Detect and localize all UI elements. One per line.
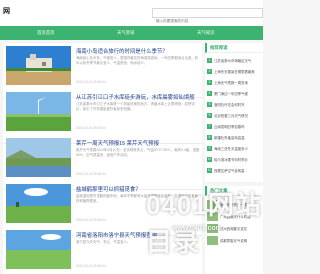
article-thumbnail[interactable] [6, 138, 71, 177]
recommend-link[interactable]: 海南三亚冬天温度多少 [214, 146, 263, 151]
hot-thumbnail[interactable] [207, 212, 218, 221]
seaside-building-image [6, 46, 71, 85]
nav-item-weather-knowledge[interactable]: 天气知识 [197, 26, 215, 40]
hot-item[interactable]: 洛阳天气预报一周 [207, 199, 263, 210]
hot-item[interactable]: 广州回南天什么时候 [207, 211, 263, 222]
article-date: 2024-04-10 09:36:04 [76, 80, 106, 84]
article-date: 2024-04-10 09:36:04 [76, 218, 106, 222]
hot-heading: 热门文章 [205, 186, 263, 196]
article-title[interactable]: 河南省洛阳市洛宁县天气预报查询 [76, 231, 200, 239]
sidebar: 推荐阅读 1 江苏省泰州市海陵区天气 2 上海冬天雪景在哪里看最美 3 上海天气预报一… [205, 43, 263, 274]
recommend-link[interactable]: 洛阳牡丹花会何时开 [214, 102, 263, 107]
nav-item-weather-news[interactable]: 天气资讯 [117, 26, 135, 40]
article-excerpt: 洛宁县今天天气：多云，气温宜人。 [76, 240, 131, 244]
recommend-link[interactable]: 江苏省泰州市海陵区天气 [214, 58, 263, 63]
rank-badge: 10 [207, 157, 212, 162]
article-excerpt: 海南省小岛众多，气候宜人，是国内著名的海滨旅游地，一年四季都适合出游，其中以秋冬… [76, 56, 199, 66]
hot-link[interactable]: 广州回南天什么时候 [220, 214, 263, 219]
search-box[interactable] [152, 8, 263, 25]
article-date: 2024-04-10 09:36:04 [76, 172, 106, 176]
rank-badge: 7 [207, 124, 212, 129]
recommend-link[interactable]: 上海冬天雪景在哪里看最美 [214, 69, 263, 74]
site-header: 网 [0, 0, 263, 26]
nav-item-home[interactable]: 首页首页 [37, 26, 55, 40]
article-item: 河南省洛阳市洛宁县天气预报查询 洛宁县今天天气：多云，气温宜人。 2024-04… [3, 227, 202, 274]
recommend-item[interactable]: 1 江苏省泰州市海陵区天气 [207, 55, 263, 66]
article-excerpt: 盐城湿地是丹顶鹤的越冬地，每年冬季都有大量丹顶鹤来此越冬，在湿地中觅食鱼虾和植物… [76, 194, 199, 204]
recommend-item[interactable]: 4 厦门海边一年四季气候 [207, 88, 263, 99]
meadow-sky-image [6, 184, 71, 223]
rank-badge: 9 [207, 146, 212, 151]
rank-badge: 2 [207, 69, 212, 74]
article-list: 海南小岛适合旅行的时间是什么季节？ 海南省小岛众多，气候宜人，是国内著名的海滨旅… [3, 43, 202, 274]
recommend-title: 推荐阅读 [210, 45, 228, 50]
recommend-item[interactable]: 10 哈尔滨冰雪节何时举办 [207, 154, 263, 165]
recommend-item[interactable]: 5 洛阳牡丹花会何时开 [207, 99, 263, 110]
hot-link[interactable]: 成都雾霾天气说明 [220, 238, 263, 243]
hot-thumbnail[interactable] [207, 200, 218, 209]
article-title[interactable]: 从江苏引江口子水库徒步游玩，水库晨雾如仙境般 [76, 93, 200, 101]
article-excerpt: 江苏省泰州市引江子水库是一个风景优美的地方，清晨水库上云雾缭绕，如梦如幻，吸引了… [76, 102, 195, 112]
field-sky-image [6, 230, 71, 269]
article-thumbnail[interactable] [6, 184, 71, 223]
rank-badge: 3 [207, 80, 212, 85]
search-input[interactable] [153, 17, 262, 25]
rank-badge: 6 [207, 113, 212, 118]
article-thumbnail[interactable] [6, 230, 71, 269]
recommend-link[interactable]: 云南昆明四季如春吗 [214, 124, 263, 129]
rank-badge: 5 [207, 102, 212, 107]
article-date: 2024-04-10 09:36:04 [76, 126, 106, 130]
hot-thumbnail[interactable] [207, 236, 218, 245]
recommend-link[interactable]: 厦门海边一年四季气候 [214, 91, 263, 96]
rank-badge: 8 [207, 135, 212, 140]
recommend-link[interactable]: 新疆吐鲁番盆地高温 [214, 135, 263, 140]
recommend-link[interactable]: 西藏拉萨空气含氧量 [214, 168, 263, 173]
recommend-item[interactable]: 2 上海冬天雪景在哪里看最美 [207, 66, 263, 77]
article-excerpt: 莱芹天气预报2024年4月10日：全天晴转多云，气温20℃~28℃，南风3-4级… [76, 148, 200, 158]
recommend-item[interactable]: 9 海南三亚冬天温度多少 [207, 143, 263, 154]
recommend-link[interactable]: 北京阳春三月天气情况 [214, 113, 263, 118]
page: 网 首页首页 天气资讯 天气知识 海南小岛适合旅行的时间是什么季节？ [0, 0, 263, 274]
hot-link[interactable]: 洛阳天气预报一周 [220, 202, 263, 207]
recommend-heading: 推荐阅读 [205, 43, 263, 53]
article-title[interactable]: 盐城鹤那里可以抓猎觅食？ [76, 185, 200, 193]
article-title[interactable]: 海南小岛适合旅行的时间是什么季节？ [76, 47, 200, 55]
recommend-link[interactable]: 哈尔滨冰雪节何时举办 [214, 157, 263, 162]
hot-panel: 热门文章 洛阳天气预报一周 广州回南天什么时候 杭州西湖春天赏花 成都雾霾天气说… [205, 186, 263, 274]
recommend-link[interactable]: 上海天气预报一周查询 [214, 80, 263, 85]
recommend-panel: 推荐阅读 1 江苏省泰州市海陵区天气 2 上海冬天雪景在哪里看最美 3 上海天气预报一… [205, 43, 263, 182]
rank-badge: 11 [207, 168, 212, 173]
hot-item[interactable]: 成都雾霾天气说明 [207, 235, 263, 246]
hot-link[interactable]: 杭州西湖春天赏花 [220, 226, 263, 231]
recommend-item[interactable]: 6 北京阳春三月天气情况 [207, 110, 263, 121]
windmill-field-image [6, 92, 71, 131]
recommend-item[interactable]: 3 上海天气预报一周查询 [207, 77, 263, 88]
hot-item[interactable]: 杭州西湖春天赏花 [207, 223, 263, 234]
hot-thumbnail[interactable] [207, 224, 218, 233]
hot-title: 热门文章 [210, 188, 228, 193]
lake-landscape-image [6, 138, 71, 177]
site-logo[interactable]: 网 [3, 6, 10, 16]
article-thumbnail[interactable] [6, 92, 71, 131]
article-date: 2024-04-10 09:36:04 [76, 264, 106, 268]
rank-badge: 1 [207, 58, 212, 63]
recommend-item[interactable]: 7 云南昆明四季如春吗 [207, 121, 263, 132]
article-thumbnail[interactable] [6, 46, 71, 85]
main-nav: 首页首页 天气资讯 天气知识 [0, 26, 263, 40]
article-title[interactable]: 莱芹一周天气预报15 莱芹天气预报 [76, 139, 200, 147]
recommend-item[interactable]: 8 新疆吐鲁番盆地高温 [207, 132, 263, 143]
recommend-item[interactable]: 11 西藏拉萨空气含氧量 [207, 165, 263, 176]
rank-badge: 4 [207, 91, 212, 96]
